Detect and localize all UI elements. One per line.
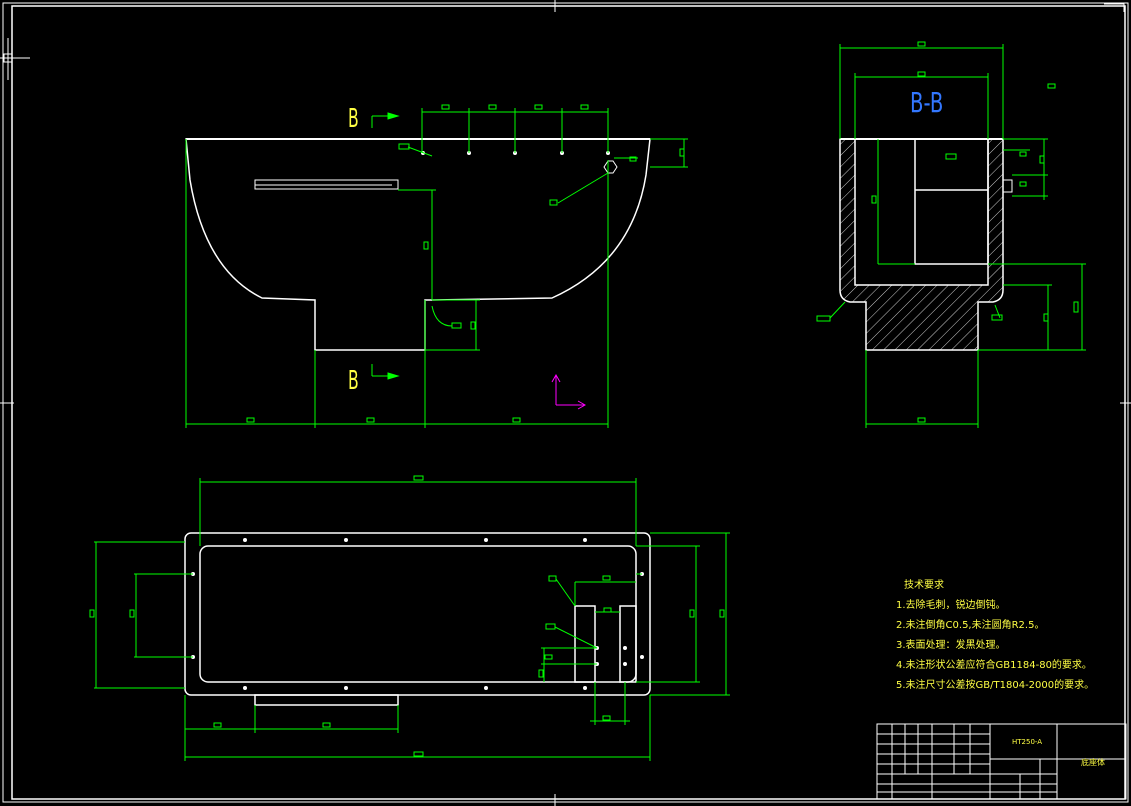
top-dimensions <box>89 475 730 761</box>
requirements-title: 技术要求 <box>904 580 944 591</box>
front-view-outline <box>185 138 651 351</box>
top-inner-outline <box>199 545 637 683</box>
front-view[interactable] <box>185 104 688 428</box>
section-arrow-bottom <box>371 364 400 380</box>
requirement-item-5: 5.未注尺寸公差按GB/T1804-2000的要求。 <box>896 680 1095 691</box>
requirement-item-3: 3.表面处理：发黑处理。 <box>896 640 1006 651</box>
material-label: HT250-A <box>1012 738 1043 746</box>
hex-hole-icon <box>603 160 618 174</box>
crosshair-cursor-icon <box>0 38 30 80</box>
top-bolt-holes <box>191 538 644 690</box>
requirement-item-4: 4.未注形状公差应符合GB1184-80的要求。 <box>896 660 1092 671</box>
section-arrow-top <box>371 112 400 128</box>
section-letter-top: B <box>348 104 359 134</box>
front-dimensions <box>185 104 688 428</box>
section-view[interactable] <box>816 41 1086 428</box>
requirement-item-1: 1.去除毛刺，锐边倒钝。 <box>896 600 1006 611</box>
section-letter-bottom: B <box>348 366 359 396</box>
section-dimensions <box>816 41 1086 428</box>
top-outer-outline <box>184 532 651 696</box>
top-view[interactable] <box>89 475 730 761</box>
requirement-item-2: 2.未注倒角C0.5,未注圆角R2.5。 <box>896 620 1045 631</box>
ucs-axis-icon <box>551 373 587 410</box>
section-title: B-B <box>910 86 944 119</box>
part-name-label: 底座体 <box>1081 758 1105 767</box>
technical-requirements: 技术要求 1.去除毛刺，锐边倒钝。 2.未注倒角C0.5,未注圆角R2.5。 3… <box>896 576 1094 696</box>
section-hatched-body <box>839 138 1004 351</box>
